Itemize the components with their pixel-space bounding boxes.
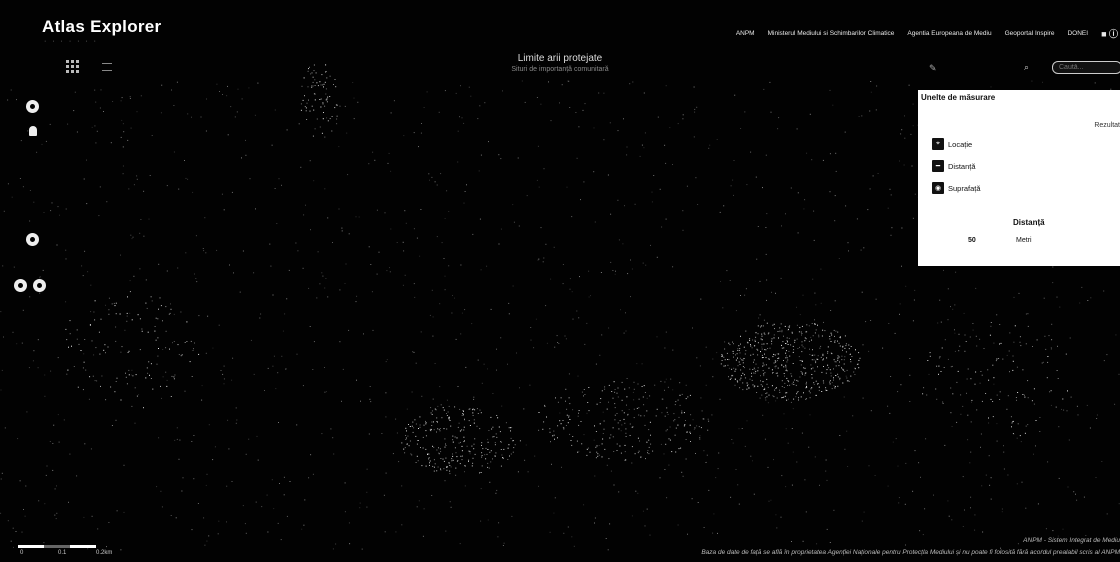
map-imagery <box>0 64 1120 551</box>
nav-link-inspire[interactable]: Geoportal Inspire <box>1005 30 1055 37</box>
scale-bar <box>18 545 96 549</box>
measure-distance-label: Distanță <box>948 161 976 171</box>
distance-icon: ━ <box>932 160 944 172</box>
app-subtitle: · · · · · · · <box>44 38 98 45</box>
scale-label-2: 0.2km <box>96 550 113 556</box>
measurement-panel: Unelte de măsurare Rezultat ⌖ Locație ━ … <box>918 90 1120 266</box>
location-pin-icon[interactable] <box>29 126 37 136</box>
app-title: Atlas Explorer <box>42 17 162 36</box>
scale-label-0: 0 <box>20 550 24 556</box>
scale-label-1: 0.1 <box>58 550 67 556</box>
measurement-result-label: Rezultat <box>1094 122 1120 129</box>
measure-location-label: Locație <box>948 139 973 149</box>
measure-area-label: Suprafață <box>948 183 981 193</box>
attribution-notice: Baza de date de față se află în propriet… <box>701 549 1120 556</box>
measure-distance-option[interactable]: ━ Distanță <box>932 160 976 172</box>
zoom-in-button[interactable] <box>26 100 39 113</box>
measure-location-option[interactable]: ⌖ Locație <box>932 138 972 150</box>
grid-view-icon[interactable] <box>66 60 80 74</box>
result-unit-select[interactable]: Metri <box>1016 237 1032 244</box>
map-canvas[interactable] <box>0 0 1120 562</box>
attribution-source: ANPM - Sistem Integrat de Mediu <box>1023 537 1120 544</box>
measure-area-option[interactable]: ◉ Suprafață <box>932 182 981 194</box>
nav-link-eea[interactable]: Agentia Europeana de Mediu <box>907 30 991 37</box>
measurement-panel-title: Unelte de măsurare <box>921 93 996 102</box>
map-subtitle: Situri de importanță comunitară <box>511 66 609 73</box>
result-heading: Distanță <box>1013 218 1045 227</box>
home-button[interactable] <box>26 233 39 246</box>
location-icon: ⌖ <box>932 138 944 150</box>
pencil-icon[interactable]: ✎ <box>929 63 937 74</box>
search-icon[interactable]: ⌕ <box>1024 62 1029 73</box>
nav-link-anpm[interactable]: ANPM <box>736 30 755 37</box>
nav-link-ministry[interactable]: Ministerul Mediului si Schimbarilor Clim… <box>768 30 895 37</box>
header-bar: Atlas Explorer · · · · · · · ANPM Minist… <box>0 10 1120 45</box>
basemap-button[interactable] <box>33 279 46 292</box>
area-icon: ◉ <box>932 182 944 194</box>
top-navigation: ANPM Ministerul Mediului si Schimbarilor… <box>736 27 1118 40</box>
search-input[interactable] <box>1052 61 1120 74</box>
layers-button[interactable] <box>14 279 27 292</box>
nav-link-donei[interactable]: DONEI <box>1067 30 1088 37</box>
result-value: 50 <box>968 237 976 244</box>
list-view-icon[interactable] <box>102 63 112 71</box>
map-title: Limite arii protejate <box>517 53 603 64</box>
nav-info-icon[interactable]: ■ ⓘ <box>1101 27 1118 40</box>
